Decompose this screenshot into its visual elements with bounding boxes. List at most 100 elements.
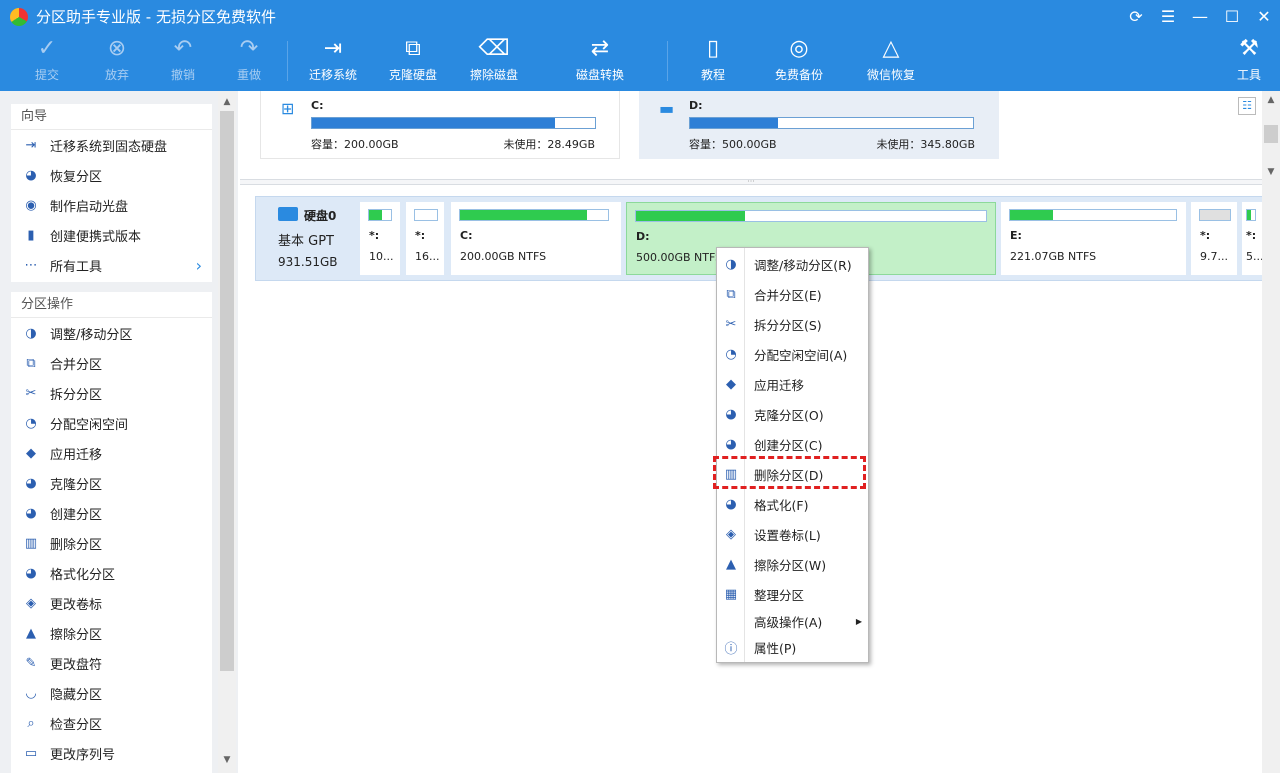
discard-icon: ⊗ <box>107 35 127 61</box>
op-resize-move[interactable]: ◑ 调整/移动分区 <box>11 318 212 348</box>
redo-icon: ↷ <box>239 35 259 61</box>
tutorial-button[interactable]: ▯ 教程 <box>688 33 738 91</box>
all-tools-icon: ⋯ <box>24 257 38 273</box>
portable-icon: ▮ <box>27 227 35 243</box>
op-change-letter[interactable]: ✎ 更改盘符 <box>11 648 212 678</box>
window-controls: ⟳ ☰ — ☐ ✕ <box>1120 0 1280 33</box>
volume-card-c[interactable]: ⊞ C: 容量：200.00GB 未使用：28.49GB <box>260 91 620 159</box>
wechat-recovery-button[interactable]: △ 微信恢复 <box>863 33 919 91</box>
left-panel: 向导 ⇥ 迁移系统到固态硬盘 ◕ 恢复分区 ◉ 制作启动光盘 ▮ 创建便携式版本 ⋯ 所有… <box>0 91 238 773</box>
volume-card-d[interactable]: ▬ D: 容量：500.00GB 未使用：345.80GB <box>639 91 999 159</box>
app-logo-icon <box>10 7 28 26</box>
tag-icon: ◈ <box>726 526 736 542</box>
refresh-icon[interactable]: ⟳ <box>1120 0 1152 33</box>
op-check[interactable]: ⌕ 检查分区 <box>11 708 212 738</box>
tag-icon: ◈ <box>26 595 36 611</box>
volume-cards: ⊞ C: 容量：200.00GB 未使用：28.49GB ▬ D: 容量：500… <box>240 91 1262 179</box>
scrollbar-thumb[interactable] <box>220 111 234 671</box>
check-partition-icon: ⌕ <box>27 715 35 731</box>
scroll-up-icon[interactable]: ▲ <box>218 97 236 107</box>
menu-item-split[interactable]: ✂ 拆分分区(S) <box>717 311 868 337</box>
pane-splitter[interactable]: ··· <box>240 178 1262 186</box>
menu-item-defrag[interactable]: ▦ 整理分区 <box>717 581 868 607</box>
op-wipe[interactable]: ▲ 擦除分区 <box>11 618 212 648</box>
migrate-os-button[interactable]: ⇥ 迁移系统 <box>306 33 360 91</box>
usage-bar <box>311 117 596 129</box>
trash-icon: ▥ <box>24 535 38 551</box>
format-icon: ◕ <box>25 565 37 581</box>
right-scrollbar[interactable]: ▲ ▼ <box>1262 91 1280 773</box>
menu-item-clone[interactable]: ◕ 克隆分区(O) <box>717 401 868 427</box>
menu-item-app-migrate[interactable]: ◆ 应用迁移 <box>717 371 868 397</box>
scrollbar-thumb[interactable] <box>1264 125 1278 143</box>
disk-name: 硬盘0 <box>304 209 337 223</box>
wizard-item-all-tools[interactable]: ⋯ 所有工具 › <box>11 250 212 280</box>
scroll-down-icon[interactable]: ▼ <box>1262 167 1280 177</box>
allocate-icon: ◔ <box>25 415 37 431</box>
partition-block[interactable]: *: 9.7... <box>1191 202 1237 275</box>
scroll-down-icon[interactable]: ▼ <box>218 755 236 765</box>
toolbar-separator <box>287 41 288 81</box>
scroll-up-icon[interactable]: ▲ <box>1262 95 1280 105</box>
menu-item-properties[interactable]: ⓘ 属性(P) <box>717 634 868 660</box>
partition-block-c[interactable]: C: 200.00GB NTFS <box>451 202 621 275</box>
left-scrollbar[interactable]: ▲ ▼ <box>218 91 236 773</box>
op-change-label[interactable]: ◈ 更改卷标 <box>11 588 212 618</box>
tools-button[interactable]: ⚒ 工具 <box>1234 33 1264 91</box>
menu-item-create[interactable]: ◕ 创建分区(C) <box>717 431 868 457</box>
partition-ops-card: 分区操作 ◑ 调整/移动分区 ⧉ 合并分区 ✂ 拆分分区 ◔ 分配空闲空间 ◆ 应用迁移 … <box>11 292 212 773</box>
hard-disk-icon <box>278 207 298 221</box>
partition-block[interactable]: *: 16... <box>406 202 444 275</box>
close-icon[interactable]: ✕ <box>1248 0 1280 33</box>
wizard-item-boot-disc[interactable]: ◉ 制作启动光盘 <box>11 190 212 220</box>
redo-button[interactable]: ↷ 重做 <box>232 33 266 91</box>
menu-item-format[interactable]: ◕ 格式化(F) <box>717 491 868 517</box>
op-app-migrate[interactable]: ◆ 应用迁移 <box>11 438 212 468</box>
op-hide[interactable]: ◡ 隐藏分区 <box>11 678 212 708</box>
wechat-recovery-icon: △ <box>882 35 900 61</box>
disk-info: 硬盘0 基本 GPT 931.51GB <box>256 197 356 280</box>
partition-block-e[interactable]: E: 221.07GB NTFS <box>1001 202 1186 275</box>
op-merge[interactable]: ⧉ 合并分区 <box>11 348 212 378</box>
maximize-icon[interactable]: ☐ <box>1216 0 1248 33</box>
wizard-item-migrate[interactable]: ⇥ 迁移系统到固态硬盘 <box>11 130 212 160</box>
op-change-serial[interactable]: ▭ 更改序列号 <box>11 738 212 768</box>
undo-icon: ↶ <box>173 35 193 61</box>
menu-icon[interactable]: ☰ <box>1152 0 1184 33</box>
drive-icon: ▬ <box>659 99 675 118</box>
op-clone[interactable]: ◕ 克隆分区 <box>11 468 212 498</box>
free-backup-button[interactable]: ◎ 免费备份 <box>771 33 827 91</box>
brush-icon: ▲ <box>26 625 36 641</box>
wipe-disk-icon: ⌫ <box>478 35 510 61</box>
menu-item-resize-move[interactable]: ◑ 调整/移动分区(R) <box>717 251 868 277</box>
clone-disk-button[interactable]: ⧉ 克隆硬盘 <box>386 33 440 91</box>
menu-item-merge[interactable]: ⧉ 合并分区(E) <box>717 281 868 307</box>
migrate-icon: ⇥ <box>25 137 37 153</box>
wizard-item-portable[interactable]: ▮ 创建便携式版本 <box>11 220 212 250</box>
op-split[interactable]: ✂ 拆分分区 <box>11 378 212 408</box>
wrench-icon: ⚒ <box>1239 35 1259 61</box>
disk-convert-icon: ⇄ <box>590 35 610 61</box>
menu-item-set-label[interactable]: ◈ 设置卷标(L) <box>717 521 868 547</box>
clone-icon: ◕ <box>25 475 37 491</box>
menu-item-advanced[interactable]: 高级操作(A) ▶ <box>717 608 868 634</box>
undo-button[interactable]: ↶ 撤销 <box>166 33 200 91</box>
disk-convert-button[interactable]: ⇄ 磁盘转换 <box>573 33 627 91</box>
menu-item-allocate-free[interactable]: ◔ 分配空闲空间(A) <box>717 341 868 367</box>
wipe-disk-button[interactable]: ⌫ 擦除磁盘 <box>467 33 521 91</box>
title-bar: 分区助手专业版 - 无损分区免费软件 ⟳ ☰ — ☐ ✕ <box>0 0 1280 33</box>
toolbar: ✓ 提交 ⊗ 放弃 ↶ 撤销 ↷ 重做 ⇥ 迁移系统 ⧉ 克隆硬盘 ⌫ 擦除磁盘 ⇄ 磁盘转换 … <box>0 33 1280 91</box>
op-create[interactable]: ◕ 创建分区 <box>11 498 212 528</box>
wizard-item-recover[interactable]: ◕ 恢复分区 <box>11 160 212 190</box>
op-allocate-free[interactable]: ◔ 分配空闲空间 <box>11 408 212 438</box>
op-format[interactable]: ◕ 格式化分区 <box>11 558 212 588</box>
minimize-icon[interactable]: — <box>1184 0 1216 33</box>
partition-block[interactable]: *: 10... <box>360 202 400 275</box>
commit-button[interactable]: ✓ 提交 <box>30 33 64 91</box>
menu-item-wipe[interactable]: ▲ 擦除分区(W) <box>717 551 868 577</box>
discard-button[interactable]: ⊗ 放弃 <box>100 33 134 91</box>
merge-icon: ⧉ <box>26 355 36 371</box>
serial-icon: ▭ <box>24 745 38 761</box>
op-delete[interactable]: ▥ 删除分区 <box>11 528 212 558</box>
layout-toggle-icon[interactable]: ☷ <box>1238 97 1256 115</box>
